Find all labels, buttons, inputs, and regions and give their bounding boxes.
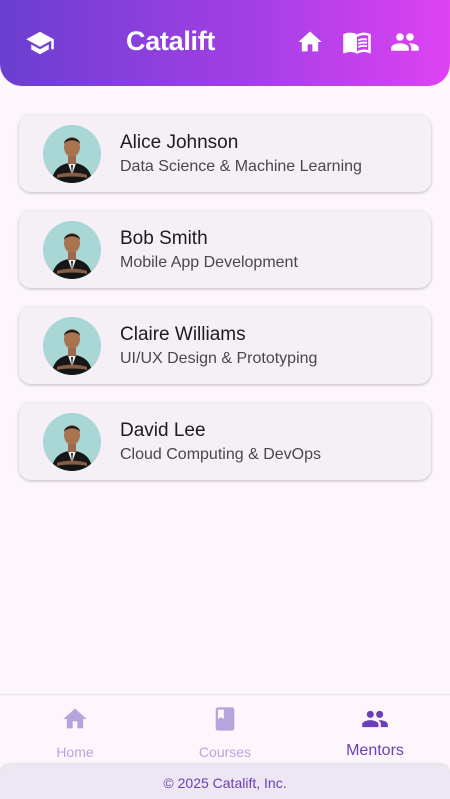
mentor-name: Alice Johnson (120, 132, 239, 153)
book-icon[interactable] (342, 27, 372, 57)
nav-item-home[interactable]: Home (0, 695, 150, 764)
app-bar: Catalift (0, 0, 450, 86)
home-icon[interactable] (296, 28, 324, 56)
mentor-list: Alice Johnson Data Science & Machine Lea… (19, 115, 431, 499)
footer: © 2025 Catalift, Inc. (0, 765, 450, 799)
people-icon (360, 705, 390, 738)
avatar (43, 124, 101, 183)
avatar (43, 412, 101, 471)
people-icon[interactable] (390, 27, 420, 57)
nav-label: Mentors (346, 742, 404, 759)
nav-item-mentors[interactable]: Mentors (300, 695, 450, 764)
mentor-name: Bob Smith (120, 228, 208, 249)
mentor-name: Claire Williams (120, 324, 246, 345)
graduation-cap-icon[interactable] (20, 23, 60, 63)
mentor-card[interactable]: Claire Williams UI/UX Design & Prototypi… (19, 307, 431, 384)
avatar (43, 316, 101, 375)
mentor-specialty: UI/UX Design & Prototyping (120, 350, 318, 367)
appbar-actions (296, 27, 420, 57)
nav-label: Home (56, 744, 94, 760)
app-screen: Catalift Alice Johnson Data Science & Ma… (0, 0, 450, 799)
mentor-card[interactable]: Alice Johnson Data Science & Machine Lea… (19, 115, 431, 192)
mentor-specialty: Data Science & Machine Learning (120, 158, 362, 175)
nav-item-courses[interactable]: Courses (150, 695, 300, 764)
home-icon (61, 705, 89, 738)
mentor-card[interactable]: Bob Smith Mobile App Development (19, 211, 431, 288)
mentor-name: David Lee (120, 420, 206, 441)
app-title: Catalift (126, 26, 216, 56)
mentor-specialty: Mobile App Development (120, 254, 298, 271)
book-icon (211, 705, 239, 738)
mentor-specialty: Cloud Computing & DevOps (120, 446, 321, 463)
mentor-card[interactable]: David Lee Cloud Computing & DevOps (19, 403, 431, 480)
nav-label: Courses (198, 744, 252, 760)
avatar (43, 220, 101, 279)
bottom-navigation: Home Courses Mentors (0, 694, 450, 764)
